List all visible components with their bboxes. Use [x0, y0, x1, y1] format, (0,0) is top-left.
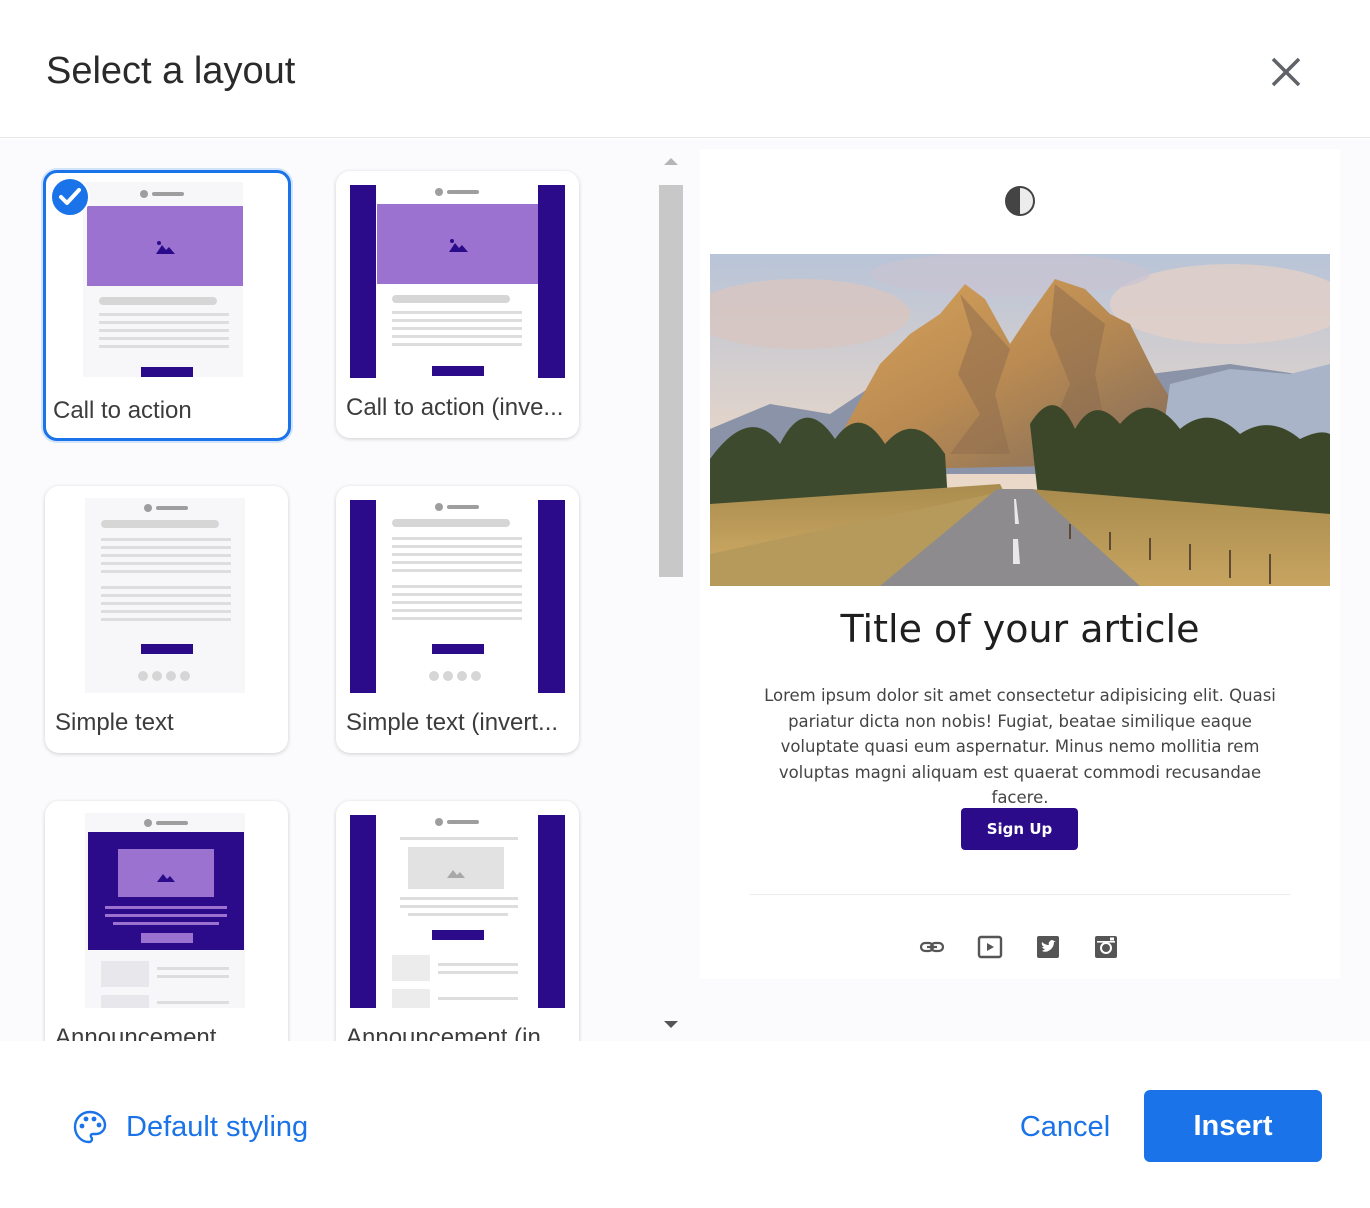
layout-card-simple-text[interactable]: Simple text: [45, 486, 288, 753]
layout-card-label: Simple text (invert...: [346, 709, 559, 736]
layout-card-simple-text-inverted[interactable]: Simple text (invert...: [336, 486, 579, 753]
default-styling-button[interactable]: Default styling: [72, 1107, 308, 1147]
layout-card-label: Announcement (in: [346, 1024, 541, 1041]
layout-card-label: Announcement: [55, 1024, 217, 1041]
article-title: Title of your article: [840, 607, 1200, 651]
layout-thumbnail: [350, 815, 565, 1008]
layout-preview: Title of your article Lorem ipsum dolor …: [700, 149, 1340, 979]
layout-thumbnail: [85, 498, 245, 693]
layout-card-label: Call to action (inve...: [346, 394, 564, 421]
preview-divider: [750, 894, 1290, 895]
dialog-header: Select a layout: [0, 0, 1370, 138]
layout-thumbnail: [83, 182, 243, 377]
dialog-body: Call to action Call to action (inve... S…: [0, 139, 1370, 1041]
signup-button[interactable]: Sign Up: [961, 808, 1078, 850]
dialog-footer: Default styling Cancel Insert: [0, 1041, 1370, 1208]
selected-check-icon: [50, 177, 90, 217]
scroll-down-arrow-icon[interactable]: [655, 1015, 687, 1035]
layout-dialog: Select a layout Call to action Call to a…: [0, 0, 1370, 1208]
hero-image: [710, 254, 1330, 586]
dialog-title: Select a layout: [46, 50, 296, 92]
layout-card-announcement-inverted[interactable]: Announcement (in: [336, 801, 579, 1041]
cancel-button[interactable]: Cancel: [1000, 1099, 1130, 1155]
layout-card-label: Call to action: [53, 397, 192, 424]
logo-placeholder-icon: [1005, 186, 1035, 216]
layout-thumbnail: [350, 185, 565, 378]
youtube-icon[interactable]: [976, 933, 1004, 961]
layout-list-scrollbar[interactable]: [655, 149, 687, 1039]
layout-thumbnail: [85, 813, 245, 1008]
layout-card-call-to-action-inverted[interactable]: Call to action (inve...: [336, 171, 579, 438]
close-button[interactable]: [1262, 48, 1310, 96]
scroll-up-arrow-icon[interactable]: [655, 151, 687, 171]
insert-button[interactable]: Insert: [1144, 1090, 1322, 1162]
close-icon: [1271, 57, 1301, 87]
scrollbar-thumb[interactable]: [659, 185, 683, 577]
palette-icon: [73, 1110, 107, 1144]
layout-card-call-to-action[interactable]: Call to action: [43, 170, 291, 441]
article-body-text: Lorem ipsum dolor sit amet consectetur a…: [764, 686, 1276, 807]
layout-card-announcement[interactable]: Announcement: [45, 801, 288, 1041]
layout-thumbnail: [350, 500, 565, 693]
instagram-icon[interactable]: [1092, 933, 1120, 961]
layout-card-label: Simple text: [55, 709, 174, 736]
link-icon[interactable]: [918, 933, 946, 961]
twitter-icon[interactable]: [1034, 933, 1062, 961]
default-styling-label: Default styling: [126, 1110, 309, 1143]
